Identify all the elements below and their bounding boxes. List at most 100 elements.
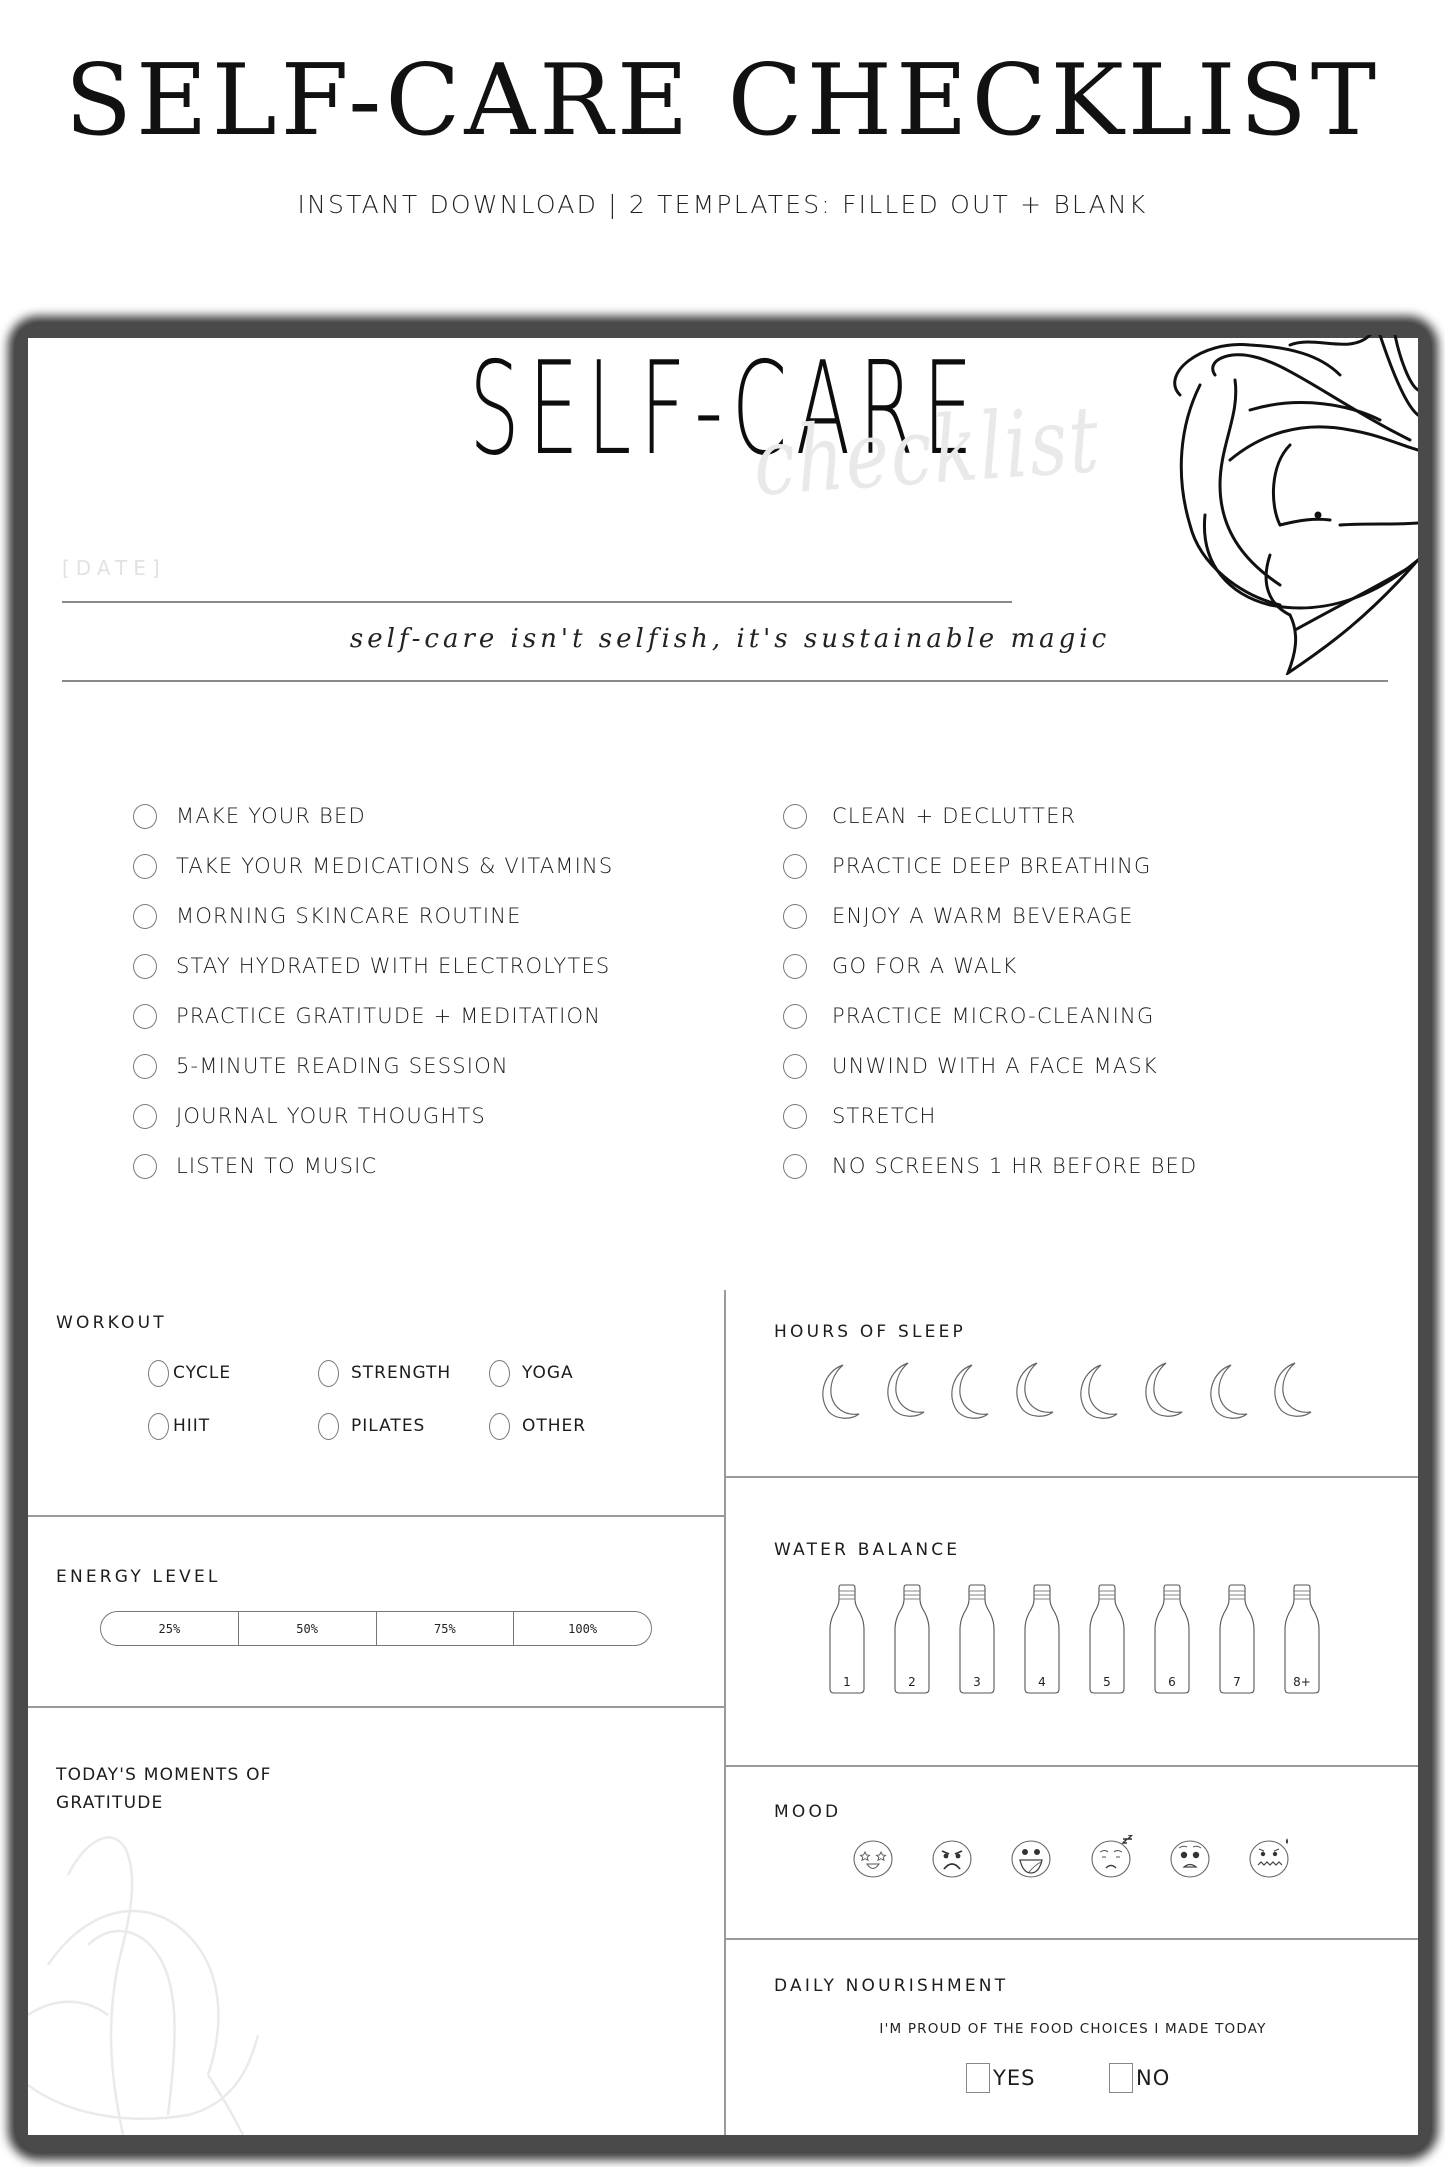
check-circle[interactable] — [783, 1153, 807, 1179]
crescent-moon-icon[interactable] — [1203, 1362, 1249, 1422]
energy-level-bar: 25% 50% 75% 100% — [100, 1611, 652, 1646]
checklist-item[interactable]: LISTEN TO MUSIC — [133, 1146, 377, 1186]
check-circle[interactable] — [133, 803, 157, 829]
workout-option-pilates[interactable]: PILATES — [318, 1411, 425, 1441]
checklist-item[interactable]: UNWIND WITH A FACE MASK — [783, 1046, 1158, 1086]
mood-star-struck-face[interactable] — [851, 1835, 895, 1879]
mood-angry-face[interactable] — [930, 1835, 974, 1879]
check-circle[interactable] — [133, 1153, 157, 1179]
energy-level-segment[interactable]: 25% — [101, 1612, 239, 1645]
sleepy-face-icon — [1091, 1834, 1134, 1878]
energy-level-segment[interactable]: 75% — [377, 1612, 515, 1645]
checklist-item[interactable]: CLEAN + DECLUTTER — [783, 796, 1076, 836]
water-bottle[interactable]: 2 — [893, 1583, 931, 1695]
water-bottle[interactable]: 4 — [1023, 1583, 1061, 1695]
checklist-item[interactable]: ENJOY A WARM BEVERAGE — [783, 896, 1134, 936]
workout-option-hiit[interactable]: HIIT — [148, 1411, 210, 1441]
checklist-item[interactable]: 5-MINUTE READING SESSION — [133, 1046, 509, 1086]
card-title-wrap: SELF-CARE — [0, 335, 1445, 484]
crescent-moon-icon[interactable] — [1073, 1362, 1119, 1422]
nourishment-yes-option[interactable]: YES — [966, 2062, 1035, 2094]
checklist-item[interactable]: STAY HYDRATED WITH ELECTROLYTES — [133, 946, 610, 986]
checklist-item-label: ENJOY A WARM BEVERAGE — [832, 904, 1134, 928]
workout-option-label: HIIT — [173, 1416, 211, 1436]
nourishment-no-option[interactable]: NO — [1109, 2062, 1170, 2094]
energy-level-segment[interactable]: 50% — [239, 1612, 377, 1645]
checklist-item[interactable]: MORNING SKINCARE ROUTINE — [133, 896, 522, 936]
workout-radio[interactable] — [489, 1359, 510, 1387]
no-checkbox[interactable] — [1109, 2063, 1133, 2093]
bottle-number: 6 — [1168, 1675, 1176, 1689]
check-circle[interactable] — [783, 903, 807, 929]
mood-worried-face[interactable] — [1168, 1835, 1212, 1879]
check-circle[interactable] — [783, 853, 807, 879]
energy-level-segment[interactable]: 100% — [514, 1612, 651, 1645]
checklist-item[interactable]: PRACTICE DEEP BREATHING — [783, 846, 1151, 886]
checklist-item-label: LISTEN TO MUSIC — [176, 1154, 378, 1178]
workout-option-cycle[interactable]: CYCLE — [148, 1358, 231, 1388]
crescent-moon-icon[interactable] — [1009, 1360, 1055, 1420]
water-bottle[interactable]: 5 — [1088, 1583, 1126, 1695]
workout-radio[interactable] — [148, 1412, 169, 1440]
water-bottle[interactable]: 7 — [1218, 1583, 1256, 1695]
crescent-moon-icon[interactable] — [1138, 1360, 1184, 1420]
checklist-item-label: CLEAN + DECLUTTER — [832, 804, 1077, 828]
checklist-item-label: MORNING SKINCARE ROUTINE — [176, 904, 522, 928]
workout-radio[interactable] — [318, 1359, 339, 1387]
check-circle[interactable] — [783, 803, 807, 829]
check-circle[interactable] — [783, 1053, 807, 1079]
gratitude-writing-area[interactable] — [40, 1830, 710, 2120]
date-field-placeholder[interactable]: [DATE] — [62, 556, 166, 580]
check-circle[interactable] — [133, 953, 157, 979]
workout-option-yoga[interactable]: YOGA — [489, 1358, 574, 1388]
workout-radio[interactable] — [148, 1359, 169, 1387]
checklist-item-label: MAKE YOUR BED — [176, 804, 366, 828]
water-bottle[interactable]: 1 — [828, 1583, 866, 1695]
banner-subtitle: INSTANT DOWNLOAD | 2 TEMPLATES: FILLED O… — [297, 190, 1148, 219]
workout-radio[interactable] — [489, 1412, 510, 1440]
workout-option-label: YOGA — [522, 1363, 574, 1383]
water-bottle[interactable]: 6 — [1153, 1583, 1191, 1695]
quote-underline — [62, 680, 1388, 682]
check-circle[interactable] — [133, 1103, 157, 1129]
check-circle[interactable] — [133, 903, 157, 929]
workout-option-other[interactable]: OTHER — [489, 1411, 586, 1441]
check-circle[interactable] — [783, 1103, 807, 1129]
water-bottle[interactable]: 8+ — [1283, 1583, 1321, 1695]
check-circle[interactable] — [133, 1003, 157, 1029]
check-circle[interactable] — [133, 1053, 157, 1079]
crescent-moon-icon[interactable] — [880, 1360, 926, 1420]
water-balance-label: WATER BALANCE — [774, 1540, 961, 1560]
bottle-number: 8+ — [1293, 1675, 1311, 1689]
date-underline — [62, 601, 1012, 603]
anxious-face-icon — [1249, 1838, 1289, 1878]
check-circle[interactable] — [783, 953, 807, 979]
check-circle[interactable] — [783, 1003, 807, 1029]
workout-radio[interactable] — [318, 1412, 339, 1440]
checklist-item[interactable]: PRACTICE MICRO-CLEANING — [783, 996, 1154, 1036]
checklist-item-label: TAKE YOUR MEDICATIONS & VITAMINS — [176, 854, 614, 878]
checklist-item[interactable]: MAKE YOUR BED — [133, 796, 366, 836]
checklist-item[interactable]: NO SCREENS 1 HR BEFORE BED — [783, 1146, 1197, 1186]
crescent-moon-icon[interactable] — [944, 1362, 990, 1422]
sleep-moons — [815, 1360, 1335, 1420]
checklist-item-label: NO SCREENS 1 HR BEFORE BED — [832, 1154, 1198, 1178]
mood-anxious-face[interactable] — [1247, 1835, 1291, 1879]
checklist-item[interactable]: TAKE YOUR MEDICATIONS & VITAMINS — [133, 846, 613, 886]
crescent-moon-icon[interactable] — [815, 1362, 861, 1422]
mood-grinning-face[interactable] — [1009, 1835, 1053, 1879]
checklist-item[interactable]: STRETCH — [783, 1096, 936, 1136]
checklist-item[interactable]: JOURNAL YOUR THOUGHTS — [133, 1096, 486, 1136]
checklist-item-label: 5-MINUTE READING SESSION — [176, 1054, 509, 1078]
check-circle[interactable] — [133, 853, 157, 879]
workout-option-strength[interactable]: STRENGTH — [318, 1358, 451, 1388]
checklist-item[interactable]: GO FOR A WALK — [783, 946, 1017, 986]
mood-sleepy-face[interactable] — [1089, 1834, 1134, 1879]
section-divider — [28, 1706, 724, 1708]
yes-checkbox[interactable] — [966, 2063, 990, 2093]
water-bottle[interactable]: 3 — [958, 1583, 996, 1695]
daily-nourishment-label: DAILY NOURISHMENT — [774, 1976, 1009, 1996]
crescent-moon-icon[interactable] — [1267, 1360, 1313, 1420]
checklist-item-label: PRACTICE MICRO-CLEANING — [832, 1004, 1155, 1028]
checklist-item[interactable]: PRACTICE GRATITUDE + MEDITATION — [133, 996, 601, 1036]
